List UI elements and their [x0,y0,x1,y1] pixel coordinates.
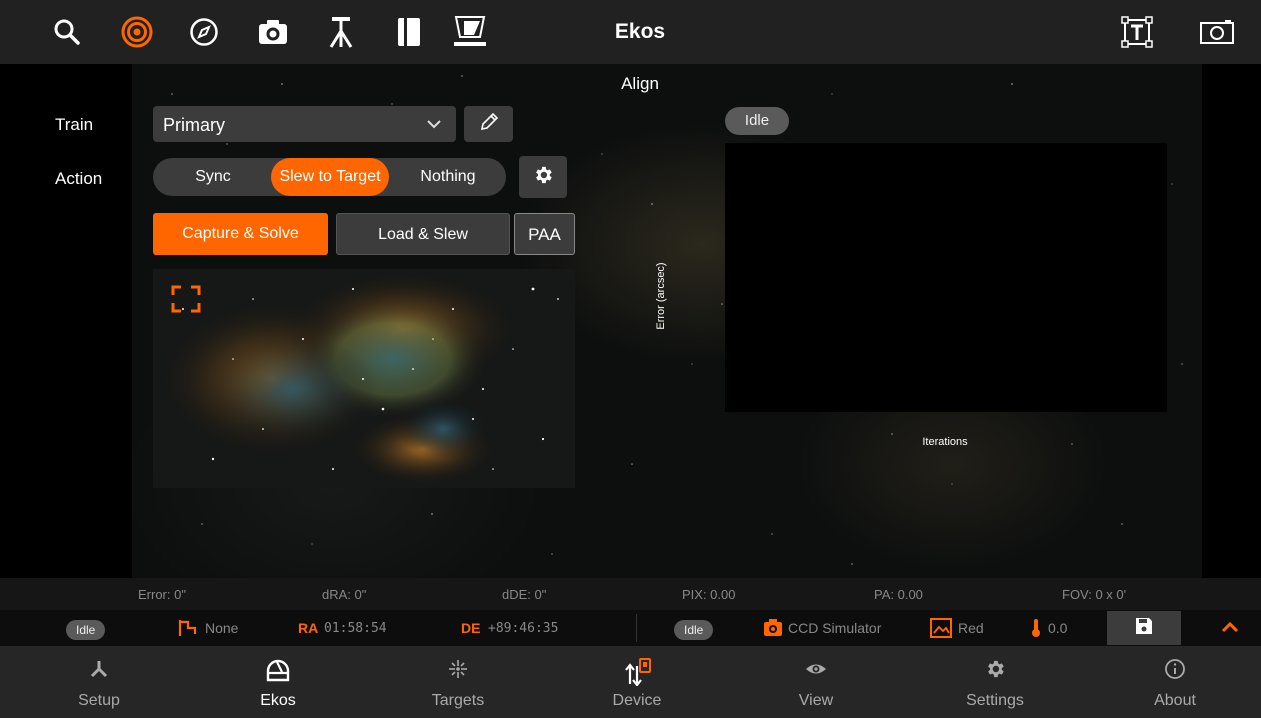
chart-x-axis-label: Iterations [922,436,968,448]
stat-pa: PA: 0.00 [874,587,923,602]
action-nothing[interactable]: Nothing [395,158,501,196]
action-selector: Sync Slew to Target Nothing [153,158,506,196]
top-toolbar: Ekos [0,0,1261,64]
mount-status-badge: Idle [66,620,106,640]
de-label: DE [461,620,481,636]
stat-pix: PIX: 0.00 [682,587,736,602]
camera-status-badge: Idle [674,620,714,640]
align-panel: Align Train Primary Action Sync Slew to … [0,64,1261,578]
nav-setup-label: Setup [78,692,120,709]
nav-ekos-label: Ekos [260,692,296,709]
camera-icon[interactable] [254,13,292,51]
pier-side-icon [177,619,197,642]
solved-image-preview[interactable] [153,269,575,488]
nav-view[interactable]: View [746,646,886,718]
chevron-down-icon [426,116,442,137]
nav-ekos[interactable]: Ekos [208,646,348,718]
de-value: +89:46:35 [488,621,559,636]
pier-side-value: None [205,620,239,636]
book-icon[interactable] [390,13,428,51]
nebula-image [153,269,575,488]
capture-and-solve-button[interactable]: Capture & Solve [153,213,328,255]
eye-icon [804,658,828,685]
status-divider [636,614,637,642]
stat-dde: dDE: 0" [502,587,547,602]
app-title: Ekos [614,20,666,43]
action-slew-to-target[interactable]: Slew to Target [271,158,389,196]
gear-icon [532,164,554,191]
device-transfer-icon [623,658,651,691]
nav-device[interactable]: Device [567,646,707,718]
nav-about-label: About [1154,692,1196,709]
action-sync[interactable]: Sync [161,158,265,196]
action-label: Action [55,169,103,188]
load-and-slew-button[interactable]: Load & Slew [336,213,510,255]
nav-setup[interactable]: Setup [29,646,169,718]
temperature-value: 0.0 [1048,620,1068,636]
error-plot [725,143,1167,412]
nav-view-label: View [798,692,834,709]
section-title: Align [621,74,659,93]
telescope-icon[interactable] [451,13,489,51]
train-value: Primary [163,115,225,135]
info-icon [1164,658,1186,685]
camera-icon [763,619,783,642]
ra-label: RA [298,620,319,636]
bottom-nav: Setup Ekos Targets Device View Settings [0,646,1261,718]
status-bar: Idle None RA 01:58:54 DE +89:46:35 Idle … [0,610,1261,646]
camera-name: CCD Simulator [788,620,882,636]
thermometer-icon [1030,618,1042,643]
chevron-up-icon[interactable] [1220,619,1240,640]
setup-icon [88,658,110,685]
edit-train-button[interactable] [464,106,513,142]
filter-icon [930,618,952,643]
nav-device-label: Device [612,692,662,709]
search-icon[interactable] [48,13,86,51]
screenshot-icon[interactable] [1198,13,1236,51]
text-frame-icon[interactable] [1118,13,1156,51]
compass-icon[interactable] [185,13,223,51]
paa-button[interactable]: PAA [514,213,575,255]
nav-about[interactable]: About [1105,646,1245,718]
stat-dra: dRA: 0" [322,587,367,602]
fullscreen-icon[interactable] [171,285,201,318]
gear-icon [984,658,1006,685]
nav-settings[interactable]: Settings [925,646,1065,718]
train-label: Train [55,115,94,134]
chart-y-axis-label: Error (arcsec) [655,262,667,330]
star-target-icon [447,658,469,685]
tripod-icon[interactable] [322,13,360,51]
nav-settings-label: Settings [966,692,1024,709]
nav-targets[interactable]: Targets [388,646,528,718]
stat-error: Error: 0" [138,587,186,602]
target-icon[interactable] [118,13,156,51]
align-status-badge: Idle [725,107,789,135]
pencil-icon [478,111,500,138]
save-button[interactable] [1107,611,1181,645]
filter-name: Red [958,620,984,636]
train-dropdown[interactable]: Primary [153,106,456,142]
align-settings-button[interactable] [519,156,567,198]
observatory-icon [265,658,291,689]
nav-targets-label: Targets [431,692,485,709]
stat-fov: FOV: 0 x 0' [1062,587,1127,602]
ra-value: 01:58:54 [324,621,387,636]
solution-stats: Error: 0" dRA: 0" dDE: 0" PIX: 0.00 PA: … [0,578,1261,610]
save-icon [1135,617,1153,640]
